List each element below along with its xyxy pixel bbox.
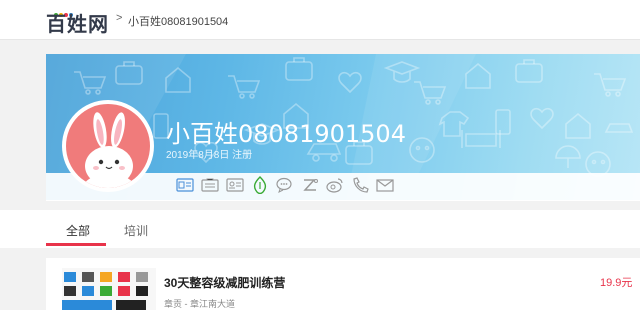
- business-card-icon[interactable]: [200, 176, 220, 194]
- listing-price: 19.9元: [600, 277, 633, 289]
- email-icon[interactable]: [375, 176, 395, 194]
- site-logo[interactable]: 百姓网: [46, 4, 112, 36]
- profile-username: 小百姓08081901504: [166, 120, 406, 148]
- listing-title[interactable]: 30天整容级减肥训练营: [164, 274, 285, 291]
- avatar[interactable]: [62, 100, 154, 192]
- breadcrumb: 小百姓08081901504: [128, 16, 229, 28]
- rabbit-avatar-icon: [66, 104, 150, 188]
- logo-text: 百姓网: [46, 12, 109, 36]
- listing-thumbnail[interactable]: [62, 268, 156, 310]
- content-tabs: 全部 培训: [0, 210, 640, 248]
- verification-badges: [175, 175, 400, 195]
- license-icon[interactable]: [225, 176, 245, 194]
- sesame-credit-icon[interactable]: [300, 176, 320, 194]
- profile-card: 小百姓08081901504 2019年8月8日 注册: [46, 54, 640, 201]
- active-tab-indicator: [46, 243, 106, 246]
- id-card-icon[interactable]: [175, 176, 195, 194]
- top-bar: 百姓网 > 小百姓08081901504: [0, 0, 640, 40]
- deposit-icon[interactable]: [250, 176, 270, 194]
- tab-training[interactable]: 培训: [124, 222, 148, 239]
- breadcrumb-separator-icon: >: [116, 12, 123, 24]
- listing-address: 章贡 - 章江南大道: [164, 299, 235, 309]
- tab-all[interactable]: 全部: [66, 222, 90, 239]
- register-date: 2019年8月8日 注册: [166, 150, 253, 161]
- chat-icon[interactable]: [275, 176, 295, 194]
- phone-icon[interactable]: [350, 176, 370, 194]
- listing-list: 30天整容级减肥训练营 章贡 - 章江南大道 19.9元: [46, 258, 640, 310]
- weibo-icon[interactable]: [325, 176, 345, 194]
